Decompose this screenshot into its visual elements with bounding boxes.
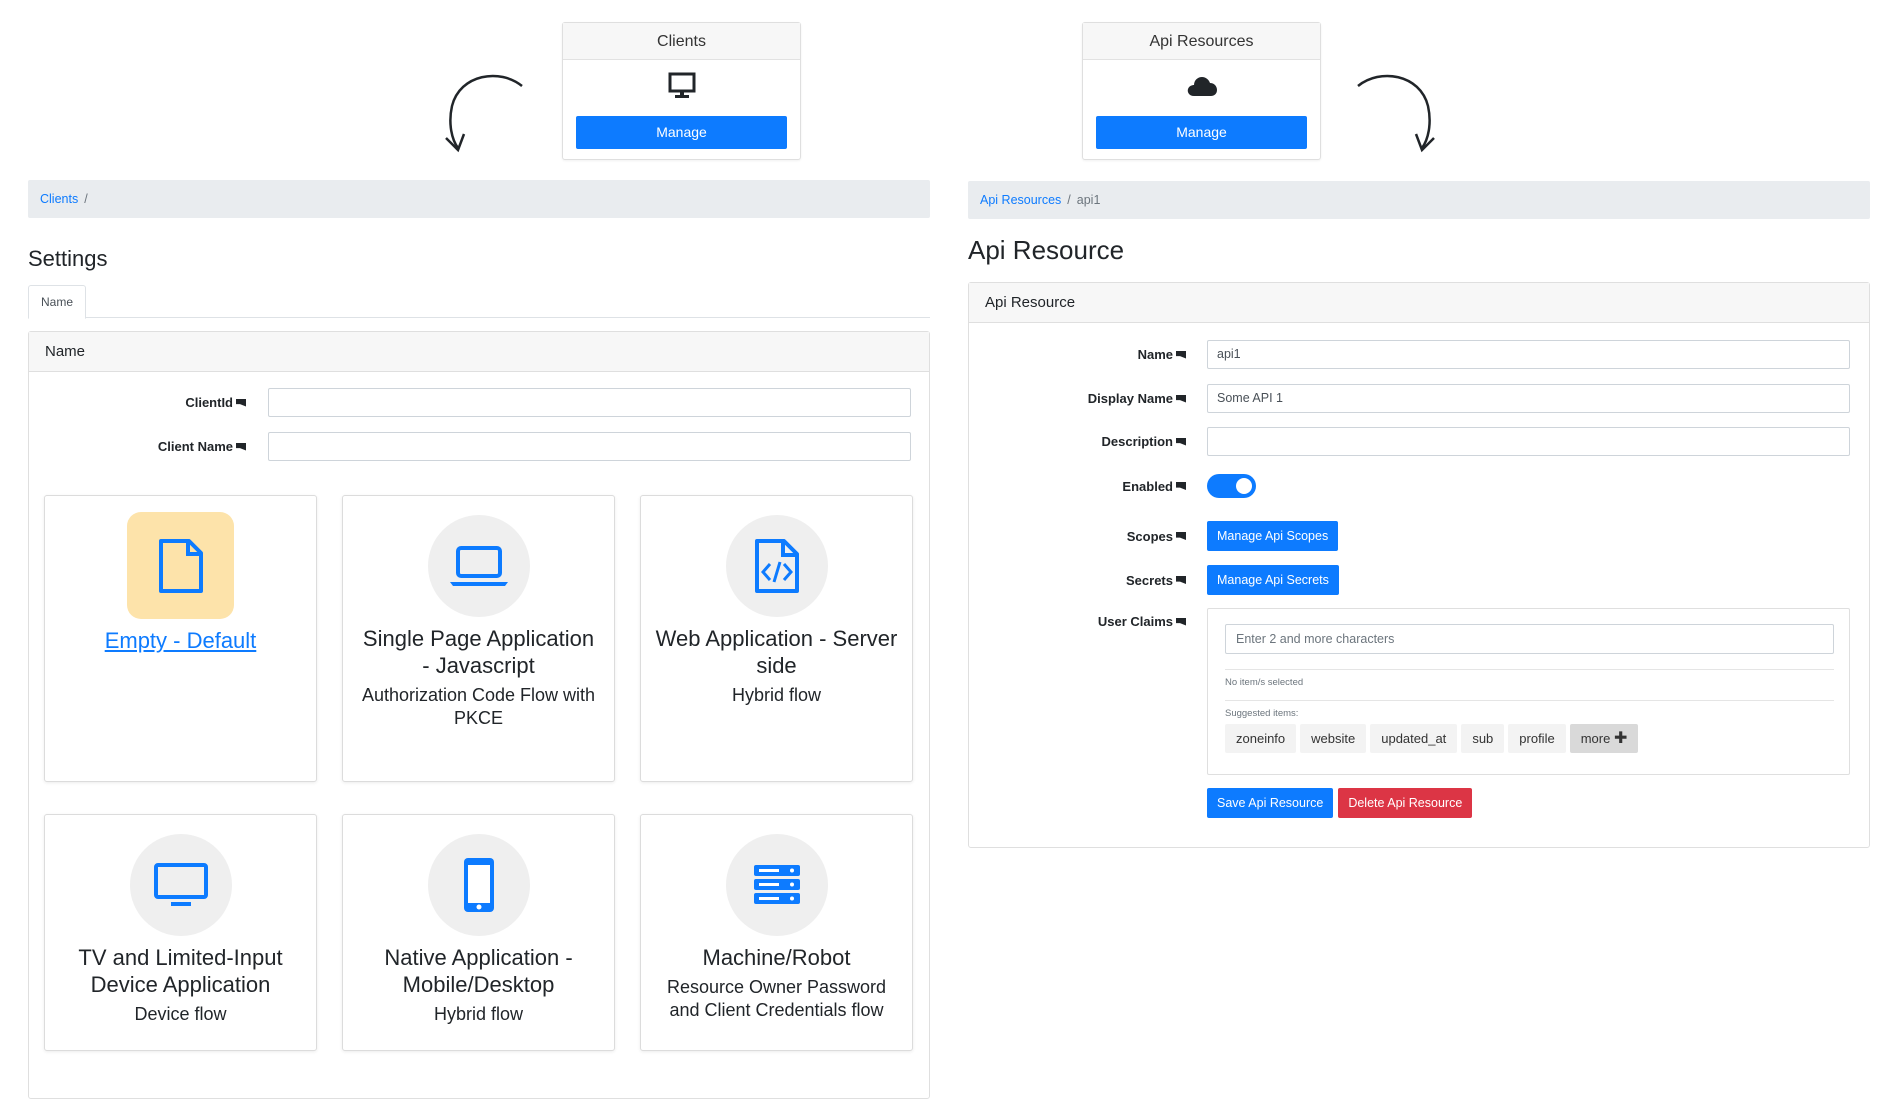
laptop-icon (427, 515, 530, 617)
suggested-items-label: Suggested items: (1225, 708, 1299, 719)
suggested-chips: zoneinfo website updated_at sub profile … (1225, 724, 1639, 753)
tile-subtitle: Device flow (134, 1004, 227, 1024)
client-type-tile-spa[interactable]: Single Page Application - Javascript Aut… (342, 495, 615, 782)
flag-icon (236, 398, 246, 407)
breadcrumb-clients-link[interactable]: Clients (40, 192, 78, 206)
breadcrumb-separator: / (1067, 193, 1071, 207)
client-type-tile-tv[interactable]: TV and Limited-Input Device Application … (44, 814, 317, 1051)
client-name-input[interactable] (268, 432, 911, 461)
clients-card-title: Clients (563, 23, 800, 60)
user-claims-picker: Enter 2 and more characters No item/s se… (1207, 608, 1850, 775)
tab-bar: Name (28, 285, 930, 319)
tab-name[interactable]: Name (28, 285, 87, 319)
clientid-label: ClientId (28, 395, 246, 410)
page-title: Settings (28, 246, 108, 271)
server-icon (725, 834, 828, 936)
clients-breadcrumb: Clients / (28, 180, 930, 218)
mobile-icon (427, 834, 530, 936)
description-label: Description (968, 434, 1186, 449)
client-type-tile-web[interactable]: Web Application - Server side Hybrid flo… (640, 495, 913, 782)
flag-icon (1176, 576, 1186, 584)
tile-subtitle: Hybrid flow (731, 685, 822, 705)
claim-chip[interactable]: updated_at (1370, 724, 1458, 753)
flag-icon (1176, 350, 1186, 359)
flag-icon (1176, 532, 1186, 540)
manage-api-secrets-button[interactable]: Manage Api Secrets (1207, 565, 1339, 595)
code-file-icon (725, 515, 828, 617)
breadcrumb-current: api1 (1076, 193, 1101, 207)
desktop-icon (667, 71, 697, 106)
curved-arrow-right-icon (1357, 74, 1435, 153)
secrets-label: Secrets (968, 573, 1186, 588)
claim-chip[interactable]: sub (1461, 724, 1505, 753)
card-header: Api Resource (969, 283, 1869, 323)
breadcrumb-separator: / (84, 192, 88, 206)
tile-title: Single Page Application - Javascript (362, 626, 595, 678)
tile-title[interactable]: Empty - Default (45, 627, 316, 654)
client-name-label: Client Name (28, 439, 246, 454)
api-resources-card-title: Api Resources (1083, 23, 1320, 60)
tile-title: Web Application - Server side (655, 626, 898, 678)
enabled-toggle[interactable] (1207, 474, 1256, 498)
user-claims-label: User Claims (968, 614, 1186, 629)
name-label: Name (968, 347, 1186, 362)
tile-title: TV and Limited-Input Device Application (78, 945, 283, 997)
claim-chip[interactable]: website (1300, 724, 1367, 753)
curved-arrow-left-icon (445, 74, 523, 153)
toggle-knob (1236, 478, 1252, 494)
plus-icon: ✚ (1613, 730, 1628, 747)
claim-chip[interactable]: zoneinfo (1225, 724, 1297, 753)
save-api-resource-button[interactable]: Save Api Resource (1207, 788, 1334, 818)
clients-card: Clients Manage (562, 22, 801, 160)
description-input[interactable] (1207, 427, 1850, 456)
cloud-icon (1186, 74, 1218, 103)
client-type-tile-machine[interactable]: Machine/Robot Resource Owner Password an… (640, 814, 913, 1051)
manage-api-scopes-button[interactable]: Manage Api Scopes (1207, 521, 1339, 551)
api-resources-manage-button[interactable]: Manage (1096, 116, 1307, 149)
client-type-tile-native[interactable]: Native Application - Mobile/Desktop Hybr… (342, 814, 615, 1051)
page-title: Api Resource (968, 235, 1125, 265)
flag-icon (1176, 617, 1186, 626)
more-claims-button[interactable]: more ✚ (1569, 724, 1639, 753)
flag-icon (1176, 394, 1186, 403)
breadcrumb-api-resources-link[interactable]: Api Resources (980, 193, 1061, 207)
flag-icon (1176, 482, 1186, 490)
tile-title: Native Application - Mobile/Desktop (384, 945, 573, 997)
tile-subtitle: Resource Owner Password and Client Crede… (666, 977, 887, 1020)
tile-subtitle: Authorization Code Flow with PKCE (361, 685, 596, 728)
tv-icon (129, 834, 232, 936)
claims-search-input[interactable]: Enter 2 and more characters (1225, 624, 1834, 654)
display-name-label: Display Name (968, 391, 1186, 406)
api-resource-breadcrumb: Api Resources / api1 (968, 181, 1870, 219)
flag-icon (236, 442, 246, 451)
claim-chip[interactable]: profile (1508, 724, 1566, 753)
delete-api-resource-button[interactable]: Delete Api Resource (1338, 788, 1473, 818)
display-name-input[interactable]: Some API 1 (1207, 384, 1850, 413)
no-items-selected-text: No item/s selected (1225, 677, 1304, 688)
flag-icon (1176, 437, 1186, 446)
clientid-input[interactable] (268, 388, 911, 417)
file-icon (127, 512, 234, 619)
tile-title: Machine/Robot (702, 945, 851, 970)
enabled-label: Enabled (968, 479, 1186, 494)
clients-manage-button[interactable]: Manage (576, 116, 787, 149)
scopes-label: Scopes (968, 529, 1186, 544)
tile-subtitle: Hybrid flow (433, 1004, 524, 1024)
api-resources-card: Api Resources Manage (1082, 22, 1321, 160)
card-header: Name (29, 332, 929, 372)
client-type-tile-empty[interactable]: Empty - Default (44, 495, 317, 782)
name-input[interactable]: api1 (1207, 340, 1850, 369)
